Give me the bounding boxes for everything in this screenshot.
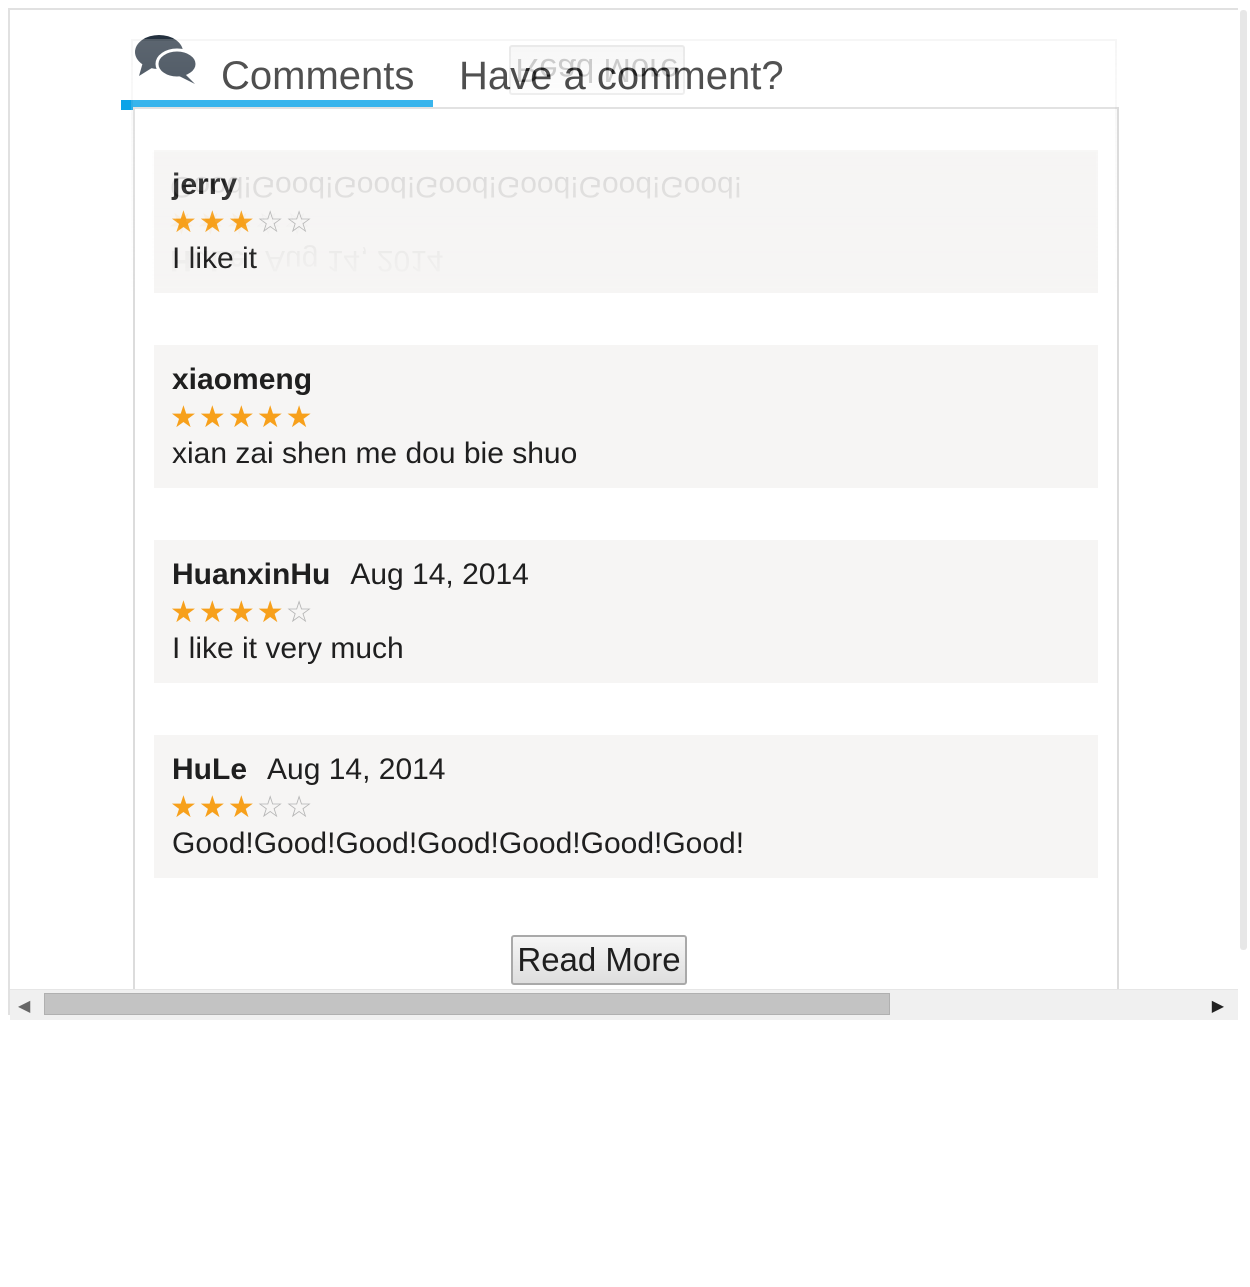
comment-text: Good!Good!Good!Good!Good!Good!Good! (172, 827, 745, 860)
horizontal-scrollbar[interactable]: ◀ ▶ (10, 989, 1238, 1020)
comment-text: xian zai shen me dou bie shuo (172, 437, 578, 470)
star-filled-icon: ★ (256, 596, 286, 629)
comment-item: HuLe Aug 14, 2014 ★★★☆☆ Good!Good!Good!Go… (154, 735, 1098, 878)
read-more-button[interactable]: Read More (511, 935, 687, 985)
comment-author: jerry (172, 168, 238, 201)
star-filled-icon: ★ (198, 401, 228, 434)
comment-author: HuanxinHu (172, 558, 331, 591)
comment-item: xiaomeng ★★★★★ xian zai shen me dou bie … (154, 345, 1098, 488)
comments-panel: jerry ★★★☆☆ I like it xiaomeng ★★★★★ xia… (133, 107, 1119, 991)
star-filled-icon: ★ (227, 596, 257, 629)
star-filled-icon: ★ (227, 791, 257, 824)
rating-stars: ★★★☆☆ (170, 790, 315, 825)
star-filled-icon: ★ (227, 206, 257, 239)
rating-stars: ★★★★★ (170, 400, 315, 435)
star-filled-icon: ★ (198, 791, 228, 824)
star-filled-icon: ★ (170, 596, 199, 629)
speech-bubbles-icon (133, 32, 199, 88)
comment-item: jerry ★★★☆☆ I like it (154, 150, 1098, 293)
star-filled-icon: ★ (198, 596, 228, 629)
star-empty-icon: ☆ (285, 206, 315, 239)
star-filled-icon: ★ (198, 206, 228, 239)
tab-have-a-comment[interactable]: Have a comment? (459, 54, 784, 99)
comment-date: Aug 14, 2014 (267, 753, 446, 786)
comment-author: xiaomeng (172, 363, 313, 396)
comment-tabs: Comments Have a comment? (121, 20, 821, 110)
comment-author: HuLe (172, 753, 247, 786)
scroll-right-arrow-icon[interactable]: ▶ (1212, 996, 1224, 1016)
comment-text: I like it (172, 242, 258, 275)
star-filled-icon: ★ (285, 401, 315, 434)
comment-text: I like it very much (172, 632, 404, 665)
rating-stars: ★★★☆☆ (170, 205, 315, 240)
comment-date: Aug 14, 2014 (350, 558, 529, 591)
star-filled-icon: ★ (170, 791, 199, 824)
star-empty-icon: ☆ (256, 206, 286, 239)
star-empty-icon: ☆ (256, 791, 286, 824)
star-filled-icon: ★ (227, 401, 257, 434)
comment-item: HuanxinHu Aug 14, 2014 ★★★★☆ I like it ve… (154, 540, 1098, 683)
scroll-left-arrow-icon[interactable]: ◀ (18, 996, 30, 1016)
star-filled-icon: ★ (170, 401, 199, 434)
comments-widget: Comments Have a comment? jerry ★★★☆☆ I l… (8, 8, 1238, 1015)
rating-stars: ★★★★☆ (170, 595, 315, 630)
star-empty-icon: ☆ (285, 596, 315, 629)
tab-comments[interactable]: Comments (221, 54, 414, 99)
star-filled-icon: ★ (170, 206, 199, 239)
scrollbar-thumb[interactable] (44, 993, 890, 1015)
vertical-scrollbar[interactable] (1240, 10, 1247, 950)
star-filled-icon: ★ (256, 401, 286, 434)
star-empty-icon: ☆ (285, 791, 315, 824)
